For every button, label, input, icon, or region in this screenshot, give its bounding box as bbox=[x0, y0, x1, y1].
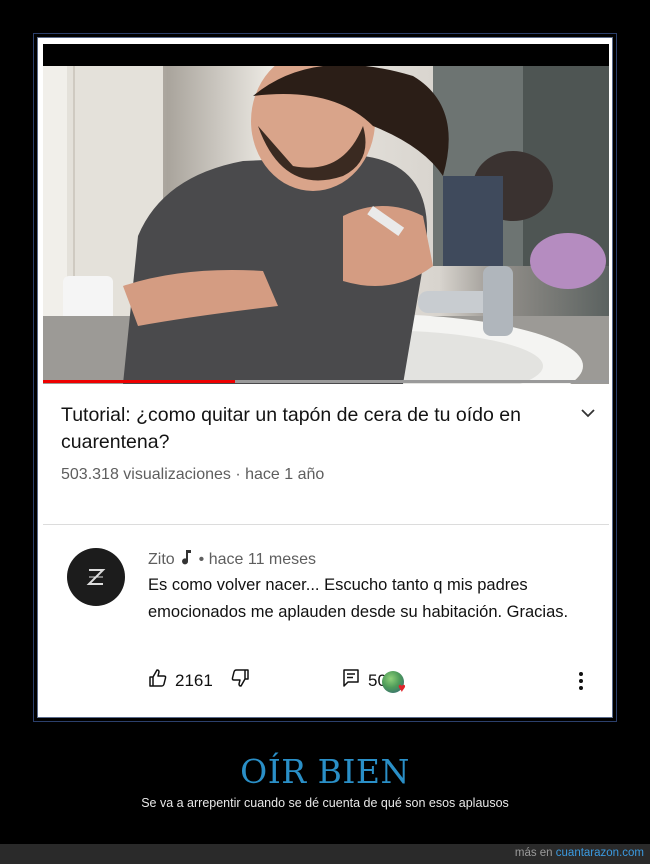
post-subtitle: Se va a arrepentir cuando se dé cuenta d… bbox=[141, 796, 509, 810]
comment-icon bbox=[341, 668, 361, 693]
footer-prefix: más en bbox=[514, 847, 553, 859]
thumbs-up-icon bbox=[148, 668, 168, 693]
video-title[interactable]: Tutorial: ¿como quitar un tapón de cera … bbox=[61, 402, 561, 456]
video-progress-fill bbox=[43, 380, 236, 383]
video-thumbnail bbox=[43, 66, 609, 384]
video-progress-bar[interactable] bbox=[43, 380, 609, 383]
video-stats: 503.318 visualizaciones · hace 1 año bbox=[61, 466, 325, 483]
divider bbox=[43, 524, 609, 525]
post-frame: Tutorial: ¿como quitar un tapón de cera … bbox=[33, 33, 617, 722]
post-title: OÍR BIEN bbox=[240, 752, 410, 791]
comment-text: Es como volver nacer... Escucho tanto q … bbox=[148, 576, 569, 621]
channel-logo-icon bbox=[86, 569, 106, 585]
footer-text: más en cuantarazon.com bbox=[515, 847, 644, 859]
comment-author[interactable]: Zito bbox=[148, 551, 175, 569]
more-vert-icon[interactable] bbox=[578, 670, 584, 692]
heart-icon: ♥ bbox=[398, 680, 406, 695]
youtube-screenshot-card: Tutorial: ¿como quitar un tapón de cera … bbox=[37, 37, 613, 718]
video-player[interactable] bbox=[43, 44, 609, 384]
footer-bar: más en cuantarazon.com bbox=[0, 844, 650, 864]
thumbs-down-icon bbox=[230, 668, 250, 693]
like-button[interactable]: 2161 bbox=[148, 668, 213, 693]
avatar[interactable] bbox=[67, 548, 125, 606]
comment-actions: 2161 50 ♥ bbox=[148, 668, 608, 696]
comment-header: Zito • hace 11 meses bbox=[148, 549, 316, 570]
video-frame-illustration bbox=[43, 66, 609, 384]
comment-time: • hace 11 meses bbox=[198, 550, 317, 568]
replies-button[interactable]: 50 bbox=[341, 668, 387, 693]
music-note-icon bbox=[181, 549, 193, 570]
dislike-button[interactable] bbox=[230, 668, 250, 693]
site-link[interactable]: cuantarazon.com bbox=[556, 847, 644, 859]
chevron-down-icon[interactable] bbox=[579, 404, 597, 422]
like-count: 2161 bbox=[175, 670, 213, 690]
